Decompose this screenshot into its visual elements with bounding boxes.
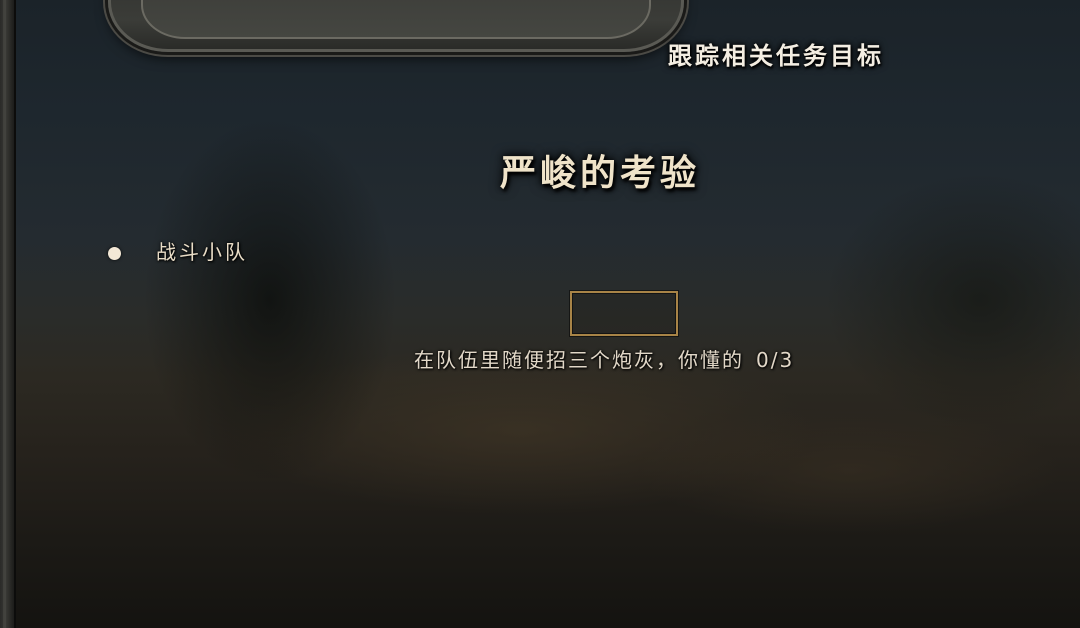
quest-list-item[interactable]: 战斗小队 bbox=[108, 236, 248, 265]
objective-progress: 0/3 bbox=[756, 348, 795, 372]
track-quest-objectives-button[interactable]: 跟踪相关任务目标 bbox=[668, 36, 884, 71]
game-screen: 跟踪相关任务目标 严峻的考验 战斗小队 在队伍里随便招三个炮灰，你懂的 0/3 bbox=[0, 0, 1080, 628]
objective-row: 在队伍里随便招三个炮灰，你懂的 0/3 bbox=[414, 344, 794, 373]
top-ornate-panel bbox=[108, 0, 684, 52]
quest-title: 严峻的考验 bbox=[499, 152, 700, 194]
objective-description: 在队伍里随便招三个炮灰，你懂的 bbox=[414, 348, 744, 372]
quest-list-item-label: 战斗小队 bbox=[156, 240, 248, 264]
left-frame-border bbox=[0, 0, 16, 628]
top-ornate-panel-inner bbox=[141, 0, 651, 39]
objective-checkbox-frame bbox=[570, 291, 678, 336]
bullet-dot-icon bbox=[108, 247, 121, 260]
